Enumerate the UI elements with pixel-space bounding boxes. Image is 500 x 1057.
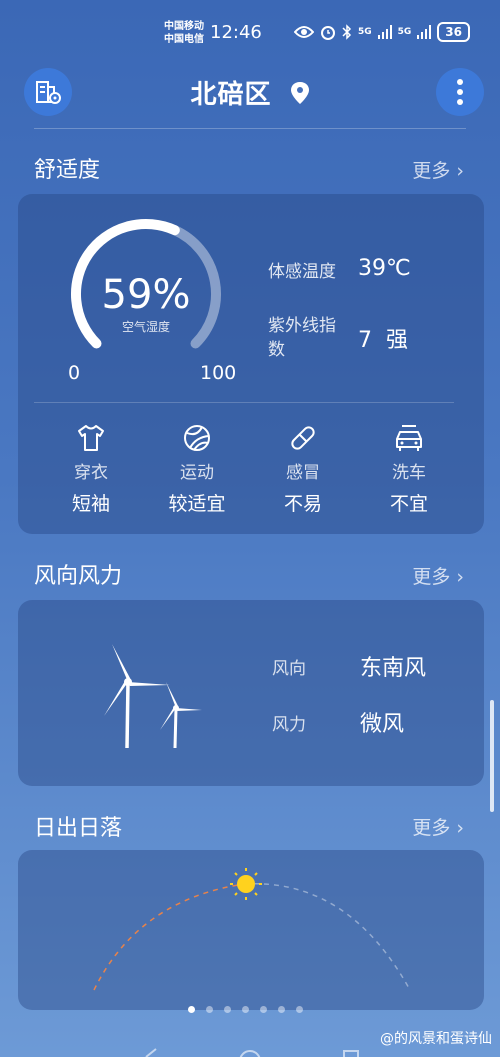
signal-bars-icon <box>417 25 432 39</box>
chevron-right-icon: › <box>456 817 464 839</box>
uv-index-value: 7 强 <box>358 328 408 353</box>
tip-label: 穿衣 <box>74 463 108 483</box>
tip-value: 短袖 <box>71 493 110 515</box>
nav-back-icon[interactable] <box>140 1047 160 1057</box>
tshirt-icon <box>78 425 104 451</box>
wind-force-value: 微风 <box>360 712 405 737</box>
battery-indicator: 36 <box>437 22 470 42</box>
car-wash-icon <box>396 425 422 451</box>
sun-more-label: 更多 <box>412 817 451 839</box>
uv-label-line2: 数 <box>268 340 285 360</box>
tip-sports[interactable]: 运动 较适宜 <box>152 422 242 516</box>
sun-path-remaining <box>243 882 411 991</box>
status-bar: 中国移动 中国电信 12:46 5G 5G 36 <box>0 0 500 60</box>
carrier-1: 中国移动 <box>164 21 204 32</box>
comfort-more-label: 更多 <box>412 160 451 182</box>
carrier-names: 中国移动 中国电信 <box>164 20 204 46</box>
wind-more-link[interactable]: 更多 › <box>412 562 464 589</box>
tip-label: 感冒 <box>286 463 320 483</box>
sun-arc-chart <box>93 868 411 991</box>
location-pin-icon <box>290 81 309 104</box>
sun-path-elapsed <box>93 883 245 991</box>
page-dot[interactable] <box>224 1006 231 1013</box>
wind-more-label: 更多 <box>412 566 451 588</box>
signal-2-label: 5G <box>397 27 412 37</box>
humidity-label: 空气湿度 <box>121 320 170 334</box>
wind-card: 风向 东南风 风力 微风 <box>18 600 484 786</box>
comfort-divider <box>34 402 454 403</box>
pill-icon <box>291 426 315 450</box>
page-indicator[interactable] <box>188 1006 303 1013</box>
nav-home-icon[interactable] <box>238 1047 262 1057</box>
status-icons: 5G 5G 36 <box>293 22 470 42</box>
page-dot[interactable] <box>260 1006 267 1013</box>
eye-icon <box>293 26 314 38</box>
tip-car-wash[interactable]: 洗车 不宜 <box>364 422 454 516</box>
humidity-value: 59% <box>101 272 191 318</box>
feels-like-label: 体感温度 <box>268 262 336 282</box>
comfort-card: 59% 空气湿度 0 100 体感温度 39℃ 紫外线指 数 7 强 穿衣 短袖… <box>18 194 484 534</box>
wind-direction-value: 东南风 <box>360 656 427 681</box>
page-dot[interactable] <box>278 1006 285 1013</box>
chevron-right-icon: › <box>456 160 464 182</box>
signal-bars-icon <box>377 25 392 39</box>
clock: 12:46 <box>210 22 262 43</box>
page-dot[interactable] <box>242 1006 249 1013</box>
bluetooth-icon <box>342 24 352 40</box>
alarm-icon <box>320 26 335 40</box>
uv-label-line1: 紫外线指 <box>268 316 336 336</box>
vertical-dots-icon <box>457 79 463 105</box>
tip-label: 洗车 <box>392 463 426 483</box>
wind-section-title: 风向风力 <box>34 564 123 589</box>
tip-cold[interactable]: 感冒 不易 <box>258 422 348 516</box>
wind-direction-label: 风向 <box>272 659 306 679</box>
sun-more-link[interactable]: 更多 › <box>412 813 464 840</box>
tip-value: 不易 <box>283 493 322 515</box>
scrollbar[interactable] <box>490 700 494 812</box>
location-name: 北碚区 <box>190 80 272 110</box>
more-options-button[interactable] <box>436 68 484 116</box>
comfort-section-title: 舒适度 <box>34 158 101 183</box>
comfort-more-link[interactable]: 更多 › <box>412 156 464 183</box>
tip-value: 较适宜 <box>168 493 226 515</box>
uv-index-label: 紫外线指 数 <box>268 314 336 362</box>
location-title[interactable]: 北碚区 <box>0 74 500 111</box>
sun-card <box>18 850 484 1010</box>
carrier-2: 中国电信 <box>164 34 204 45</box>
tip-clothing[interactable]: 穿衣 短袖 <box>46 422 136 516</box>
header-divider <box>34 128 466 129</box>
page-dot[interactable] <box>296 1006 303 1013</box>
page-dot[interactable] <box>188 1006 195 1013</box>
tip-label: 运动 <box>180 463 214 483</box>
feels-like-value: 39℃ <box>358 256 411 281</box>
ball-icon <box>184 425 210 451</box>
sun-section-title: 日出日落 <box>34 816 123 841</box>
tip-value: 不宜 <box>389 493 428 515</box>
gauge-min-label: 0 <box>68 362 81 384</box>
page-dot[interactable] <box>206 1006 213 1013</box>
chevron-right-icon: › <box>456 566 464 588</box>
wind-turbine-icon <box>104 644 202 749</box>
nav-recent-icon[interactable] <box>342 1047 362 1057</box>
system-nav-bar <box>0 1043 500 1057</box>
gauge-max-label: 100 <box>200 362 237 384</box>
signal-1-label: 5G <box>357 27 372 37</box>
wind-force-label: 风力 <box>272 715 306 735</box>
